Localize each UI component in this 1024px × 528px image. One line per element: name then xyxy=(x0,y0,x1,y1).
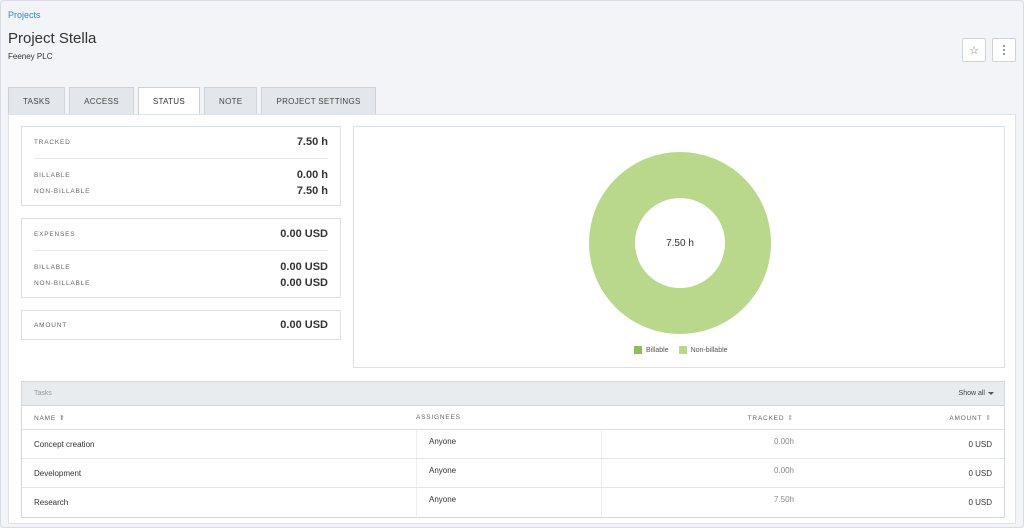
tab-note[interactable]: NOTE xyxy=(204,87,258,114)
tab-access[interactable]: ACCESS xyxy=(69,87,134,114)
tracked-nonbillable-value: 7.50 h xyxy=(296,185,328,197)
legend-item-non-billable[interactable]: Non-billable xyxy=(678,346,728,354)
task-assignee: Anyone xyxy=(416,459,602,487)
legend-label-non-billable: Non-billable xyxy=(690,346,728,354)
tasks-search-input[interactable] xyxy=(34,390,234,397)
task-tracked: 7.50h xyxy=(773,495,794,504)
more-vertical-icon xyxy=(1003,45,1005,55)
expenses-value: 0.00 USD xyxy=(280,228,328,240)
favorite-button[interactable]: ☆ xyxy=(962,38,986,62)
tasks-table: Show all NAME⬆ ASSIGNEES TRACKED⇕ AMOUNT… xyxy=(21,381,1005,518)
task-name[interactable]: Concept creation xyxy=(34,430,94,458)
amount-value: 0.00 USD xyxy=(280,319,328,331)
breadcrumb-projects-link[interactable]: Projects xyxy=(8,10,41,20)
tracked-value: 7.50 h xyxy=(296,136,328,148)
column-header-amount[interactable]: AMOUNT ⇕ xyxy=(949,414,992,422)
amount-summary-card: AMOUNT 0.00 USD xyxy=(21,310,341,340)
expenses-billable-label: BILLABLE xyxy=(34,263,71,271)
table-row[interactable]: Research Anyone 7.50h 0 USD xyxy=(22,488,1004,517)
column-name-label: NAME xyxy=(34,415,56,422)
expenses-nonbillable-value: 0.00 USD xyxy=(280,277,328,289)
column-amount-label: AMOUNT xyxy=(949,415,983,422)
project-tabs: TASKS ACCESS STATUS NOTE PROJECT SETTING… xyxy=(8,87,376,115)
tracked-label: TRACKED xyxy=(34,138,71,146)
client-name: Feeney PLC xyxy=(8,52,53,61)
expenses-summary-card: EXPENSES 0.00 USD BILLABLE 0.00 USD NON-… xyxy=(21,218,341,298)
more-options-button[interactable] xyxy=(992,38,1016,62)
page-title: Project Stella xyxy=(8,30,97,47)
task-name[interactable]: Research xyxy=(34,488,68,516)
task-amount: 0 USD xyxy=(968,497,992,507)
column-header-name[interactable]: NAME ⬆ xyxy=(34,414,66,422)
tracked-nonbillable-label: NON-BILLABLE xyxy=(34,187,91,195)
amount-label: AMOUNT xyxy=(34,321,67,329)
table-column-headers: NAME ⬆ ASSIGNEES TRACKED ⇕ AMOUNT ⇕ xyxy=(22,406,1004,430)
caret-down-icon xyxy=(988,392,994,395)
expenses-label: EXPENSES xyxy=(34,230,76,238)
tasks-table-header: Show all xyxy=(22,382,1004,406)
legend-swatch-billable xyxy=(634,346,642,354)
time-chart-card: 7.50 h Billable Non-billable xyxy=(353,126,1005,368)
show-all-label: Show all xyxy=(958,390,985,397)
show-all-dropdown[interactable]: Show all xyxy=(959,390,994,397)
star-icon: ☆ xyxy=(969,44,979,57)
donut-chart: 7.50 h xyxy=(589,152,771,334)
task-amount: 0 USD xyxy=(968,468,992,478)
tab-status[interactable]: STATUS xyxy=(137,87,201,115)
expenses-billable-value: 0.00 USD xyxy=(280,261,328,273)
task-assignee: Anyone xyxy=(416,430,602,458)
sort-up-icon: ⬆ xyxy=(58,415,66,422)
task-name[interactable]: Development xyxy=(34,459,81,487)
tracked-billable-value: 0.00 h xyxy=(296,169,328,181)
table-row[interactable]: Concept creation Anyone 0.00h 0 USD xyxy=(22,430,1004,459)
column-header-assignees: ASSIGNEES xyxy=(416,414,461,421)
donut-center-label: 7.50 h xyxy=(666,238,694,249)
sort-icon: ⇕ xyxy=(985,415,992,422)
expenses-nonbillable-label: NON-BILLABLE xyxy=(34,279,91,287)
task-amount: 0 USD xyxy=(968,439,992,449)
task-tracked: 0.00h xyxy=(773,466,794,475)
column-tracked-label: TRACKED xyxy=(747,415,785,422)
tracked-billable-label: BILLABLE xyxy=(34,171,71,179)
time-summary-card: TRACKED 7.50 h BILLABLE 0.00 h NON-BILLA… xyxy=(21,126,341,206)
legend-item-billable[interactable]: Billable xyxy=(634,346,669,354)
tab-project-settings[interactable]: PROJECT SETTINGS xyxy=(261,87,376,114)
task-tracked: 0.00h xyxy=(773,437,794,446)
column-header-tracked[interactable]: TRACKED ⇕ xyxy=(748,414,794,422)
status-panel: TRACKED 7.50 h BILLABLE 0.00 h NON-BILLA… xyxy=(8,114,1016,524)
chart-legend: Billable Non-billable xyxy=(634,346,728,354)
table-row[interactable]: Development Anyone 0.00h 0 USD xyxy=(22,459,1004,488)
sort-icon: ⇕ xyxy=(787,415,794,422)
legend-label-billable: Billable xyxy=(646,346,669,354)
tab-tasks[interactable]: TASKS xyxy=(8,87,66,114)
task-assignee: Anyone xyxy=(416,488,602,516)
legend-swatch-non-billable xyxy=(678,346,687,354)
